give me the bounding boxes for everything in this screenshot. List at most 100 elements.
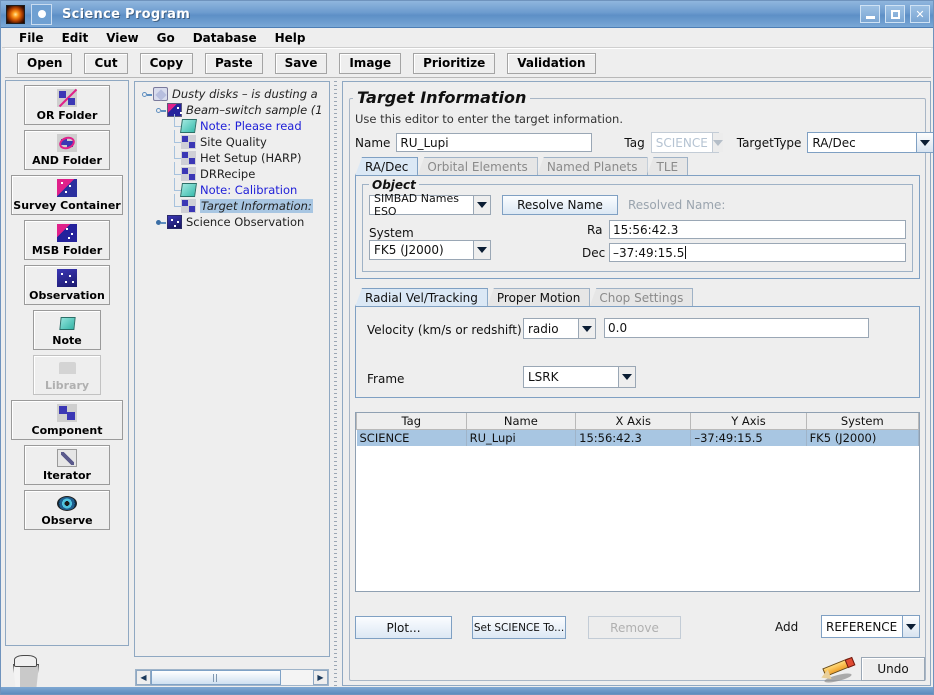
tab-tle[interactable]: TLE xyxy=(646,157,689,176)
name-row: Name RU_Lupi Tag SCIENCE TargetType RA/D… xyxy=(355,132,933,153)
remove-button[interactable]: Remove xyxy=(588,616,681,639)
tree-node-msb-folder[interactable]: Beam–switch sample (1 xyxy=(141,102,329,118)
catalog-value: SIMBAD Names ESO xyxy=(370,192,473,218)
minimize-button[interactable] xyxy=(860,5,880,23)
ra-label: Ra xyxy=(587,223,603,237)
chevron-down-icon[interactable] xyxy=(618,367,635,387)
column-header-name[interactable]: Name xyxy=(465,413,577,430)
open-button[interactable]: Open xyxy=(17,52,73,74)
chevron-down-icon[interactable] xyxy=(473,196,490,214)
tag-combo[interactable]: SCIENCE xyxy=(650,132,723,153)
velocity-input[interactable]: 0.0 xyxy=(604,318,869,338)
catalog-combo[interactable]: SIMBAD Names ESO xyxy=(369,192,491,218)
copy-button[interactable]: Copy xyxy=(139,52,194,74)
expand-handle-icon[interactable] xyxy=(155,216,167,228)
prioritize-button[interactable]: Prioritize xyxy=(413,52,496,74)
menu-go[interactable]: Go xyxy=(148,30,184,46)
menu-database[interactable]: Database xyxy=(184,30,266,46)
program-tree[interactable]: Dusty disks – is dusting a Beam–switch s… xyxy=(134,81,330,657)
chevron-down-icon[interactable] xyxy=(578,319,595,338)
trash-icon[interactable] xyxy=(9,653,43,689)
frame-combo[interactable]: LSRK xyxy=(523,366,636,388)
tab-orbital-elements[interactable]: Orbital Elements xyxy=(417,157,538,176)
maximize-button[interactable] xyxy=(885,5,905,23)
column-header-system[interactable]: System xyxy=(805,413,920,430)
tree-node-label: DRRecipe xyxy=(200,167,256,181)
chevron-down-icon[interactable] xyxy=(711,133,723,152)
tree-node-het-setup[interactable]: Het Setup (HARP) xyxy=(141,146,329,166)
system-combo[interactable]: FK5 (J2000) xyxy=(369,240,491,260)
tab-chop-settings[interactable]: Chop Settings xyxy=(589,288,694,307)
chevron-down-icon[interactable] xyxy=(916,133,933,152)
component-icon xyxy=(57,404,77,422)
scroll-right-icon[interactable]: ▶ xyxy=(313,670,328,685)
palette-library[interactable]: Library xyxy=(33,355,101,395)
velocity-type-combo[interactable]: radio xyxy=(523,318,596,339)
cut-button[interactable]: Cut xyxy=(84,52,128,74)
ra-input[interactable]: 15:56:42.3 xyxy=(609,220,906,239)
palette-survey-container[interactable]: Survey Container xyxy=(11,175,123,215)
palette-label: Library xyxy=(44,379,90,392)
chevron-down-icon[interactable] xyxy=(902,616,919,637)
menu-edit[interactable]: Edit xyxy=(53,30,98,46)
tree-node-label: Note: Calibration xyxy=(200,183,298,197)
observe-eye-icon xyxy=(57,495,77,511)
scroll-left-icon[interactable]: ◀ xyxy=(136,670,151,685)
tab-named-planets[interactable]: Named Planets xyxy=(536,157,648,176)
cell-system: FK5 (J2000) xyxy=(806,429,920,446)
tree-node-program-root[interactable]: Dusty disks – is dusting a xyxy=(141,86,329,102)
window-menu-icon[interactable] xyxy=(31,3,52,25)
column-header-tag[interactable]: Tag xyxy=(356,413,467,430)
palette-and-folder[interactable]: AND Folder xyxy=(24,130,110,170)
tree-connector xyxy=(169,130,181,150)
tree-node-note-calibration[interactable]: Note: Calibration xyxy=(141,178,329,198)
targets-table[interactable]: Tag Name X Axis Y Axis System SCIENCE RU… xyxy=(355,412,920,592)
palette-iterator[interactable]: Iterator xyxy=(24,445,110,485)
palette-label: MSB Folder xyxy=(31,244,103,257)
tab-proper-motion[interactable]: Proper Motion xyxy=(486,288,591,307)
tree-node-science-observation[interactable]: Science Observation xyxy=(141,214,329,230)
palette-msb-folder[interactable]: MSB Folder xyxy=(24,220,110,260)
save-button[interactable]: Save xyxy=(274,52,328,74)
palette-observation[interactable]: Observation xyxy=(24,265,110,305)
palette-note[interactable]: Note xyxy=(33,310,101,350)
chevron-down-icon[interactable] xyxy=(473,241,490,259)
palette-observe[interactable]: Observe xyxy=(24,490,110,530)
menu-file[interactable]: File xyxy=(10,30,53,46)
palette-component[interactable]: Component xyxy=(11,400,123,440)
dec-input[interactable]: –37:49:15.5 xyxy=(609,243,906,262)
column-header-x-axis[interactable]: X Axis xyxy=(575,413,692,430)
tree-node-note-please-read[interactable]: Note: Please read xyxy=(141,114,329,134)
undo-button[interactable]: Undo xyxy=(861,657,925,681)
tab-ra-dec[interactable]: RA/Dec xyxy=(355,157,419,176)
expand-handle-icon[interactable] xyxy=(141,88,153,100)
scrollbar-thumb[interactable] xyxy=(151,670,281,685)
menu-help[interactable]: Help xyxy=(266,30,315,46)
expand-handle-icon[interactable] xyxy=(155,104,167,116)
validation-button[interactable]: Validation xyxy=(507,52,596,74)
pencil-icon[interactable] xyxy=(819,653,856,685)
palette-or-folder[interactable]: OR Folder xyxy=(24,85,110,125)
table-header-row: Tag Name X Axis Y Axis System xyxy=(356,413,920,430)
close-button[interactable]: ✕ xyxy=(910,5,930,23)
paste-button[interactable]: Paste xyxy=(205,52,263,74)
object-legend: Object xyxy=(369,178,419,192)
column-header-y-axis[interactable]: Y Axis xyxy=(690,413,807,430)
set-science-to-button[interactable]: Set SCIENCE To... xyxy=(472,616,566,639)
scrollbar-track[interactable] xyxy=(151,670,313,685)
tab-radial-vel-tracking[interactable]: Radial Vel/Tracking xyxy=(355,288,488,307)
name-input[interactable]: RU_Lupi xyxy=(396,133,593,152)
image-button[interactable]: Image xyxy=(339,52,402,74)
add-type-combo[interactable]: REFERENCE xyxy=(821,615,920,638)
split-pane-divider[interactable] xyxy=(331,81,340,686)
tree-horizontal-scrollbar[interactable]: ◀ ▶ xyxy=(135,669,329,686)
tree-node-site-quality[interactable]: Site Quality xyxy=(141,130,329,150)
tree-node-drrecipe[interactable]: DRRecipe xyxy=(141,162,329,182)
target-type-combo[interactable]: RA/Dec xyxy=(807,132,933,153)
tree-node-label: Beam–switch sample (1 xyxy=(186,103,323,117)
plot-button[interactable]: Plot... xyxy=(355,616,452,639)
resolve-name-button[interactable]: Resolve Name xyxy=(502,195,618,215)
table-row[interactable]: SCIENCE RU_Lupi 15:56:42.3 –37:49:15.5 F… xyxy=(356,429,920,446)
menu-view[interactable]: View xyxy=(97,30,147,46)
tree-node-target-information[interactable]: Target Information: xyxy=(141,194,329,214)
